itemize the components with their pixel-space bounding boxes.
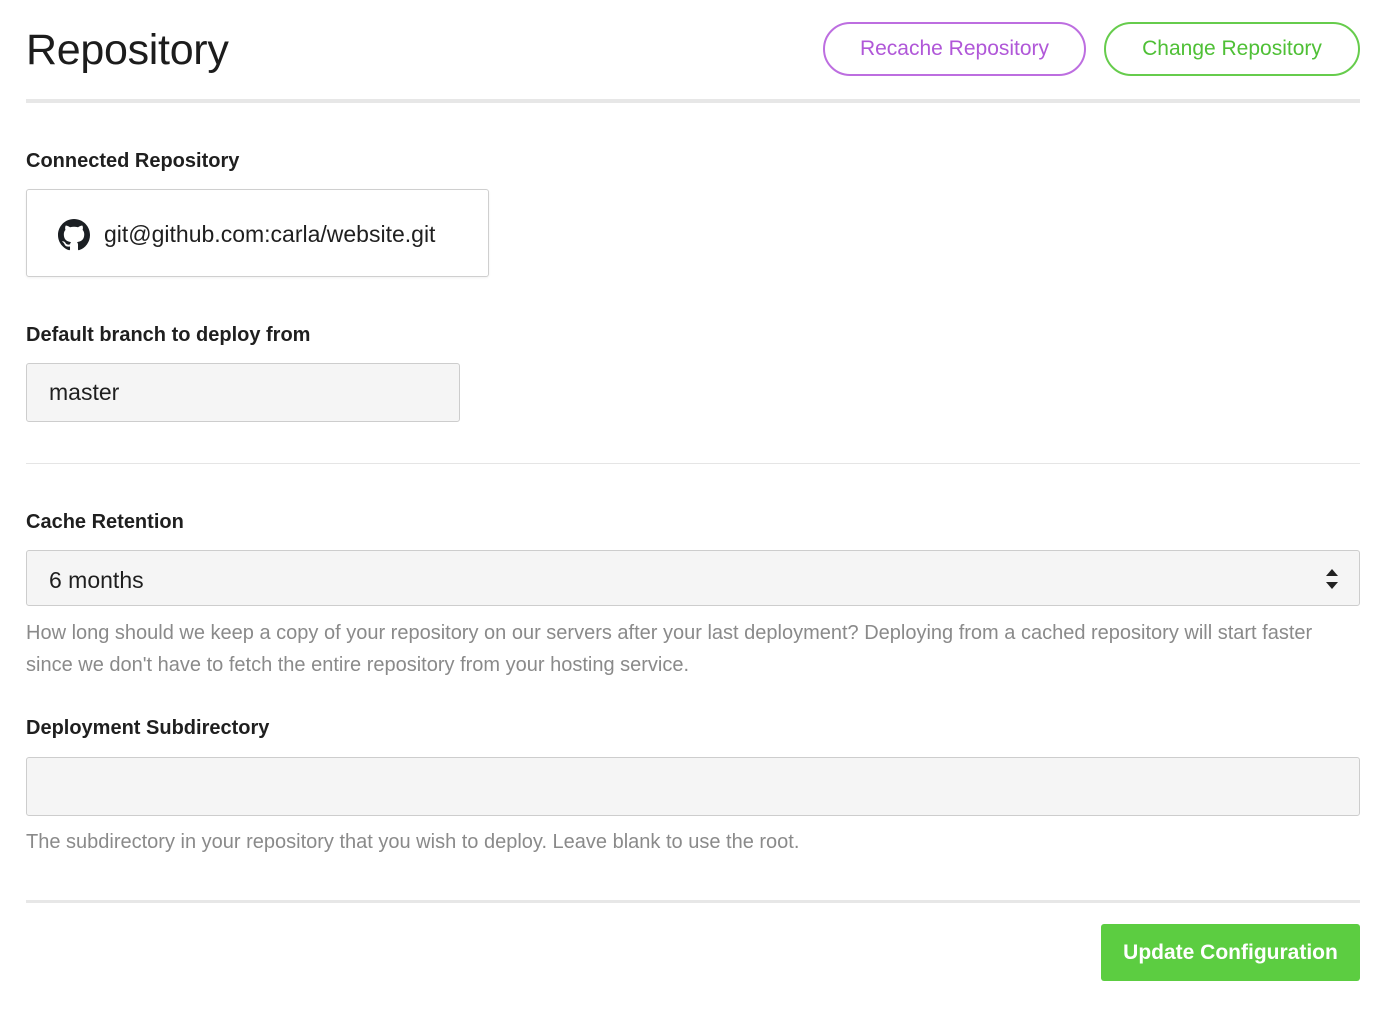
cache-retention-selected-value: 6 months: [49, 567, 144, 593]
default-branch-input[interactable]: [26, 363, 460, 422]
cache-retention-help-text: How long should we keep a copy of your r…: [26, 622, 1313, 676]
default-branch-label: Default branch to deploy from: [26, 324, 311, 346]
change-repository-button[interactable]: Change Repository: [1104, 22, 1360, 76]
deployment-subdirectory-input[interactable]: [26, 757, 1360, 816]
section-divider: [26, 463, 1360, 464]
github-icon: [58, 219, 90, 251]
connected-repository-box: git@github.com:carla/website.git: [26, 189, 489, 277]
page-header: Repository Recache Repository Change Rep…: [26, 0, 1360, 103]
page-title: Repository: [26, 26, 229, 74]
connected-repository-label: Connected Repository: [26, 150, 240, 172]
cache-retention-label: Cache Retention: [26, 511, 184, 533]
deployment-subdirectory-help-text: The subdirectory in your repository that…: [26, 831, 800, 853]
footer-divider: [26, 900, 1360, 903]
repository-url: git@github.com:carla/website.git: [104, 221, 436, 247]
cache-retention-select[interactable]: 6 months: [26, 550, 1360, 606]
update-configuration-button[interactable]: Update Configuration: [1101, 924, 1360, 981]
header-divider: [26, 99, 1360, 103]
recache-repository-button[interactable]: Recache Repository: [823, 22, 1086, 76]
repository-settings-panel: Repository Recache Repository Change Rep…: [26, 0, 1360, 981]
select-arrows-icon: [1326, 569, 1338, 589]
deployment-subdirectory-label: Deployment Subdirectory: [26, 717, 270, 739]
